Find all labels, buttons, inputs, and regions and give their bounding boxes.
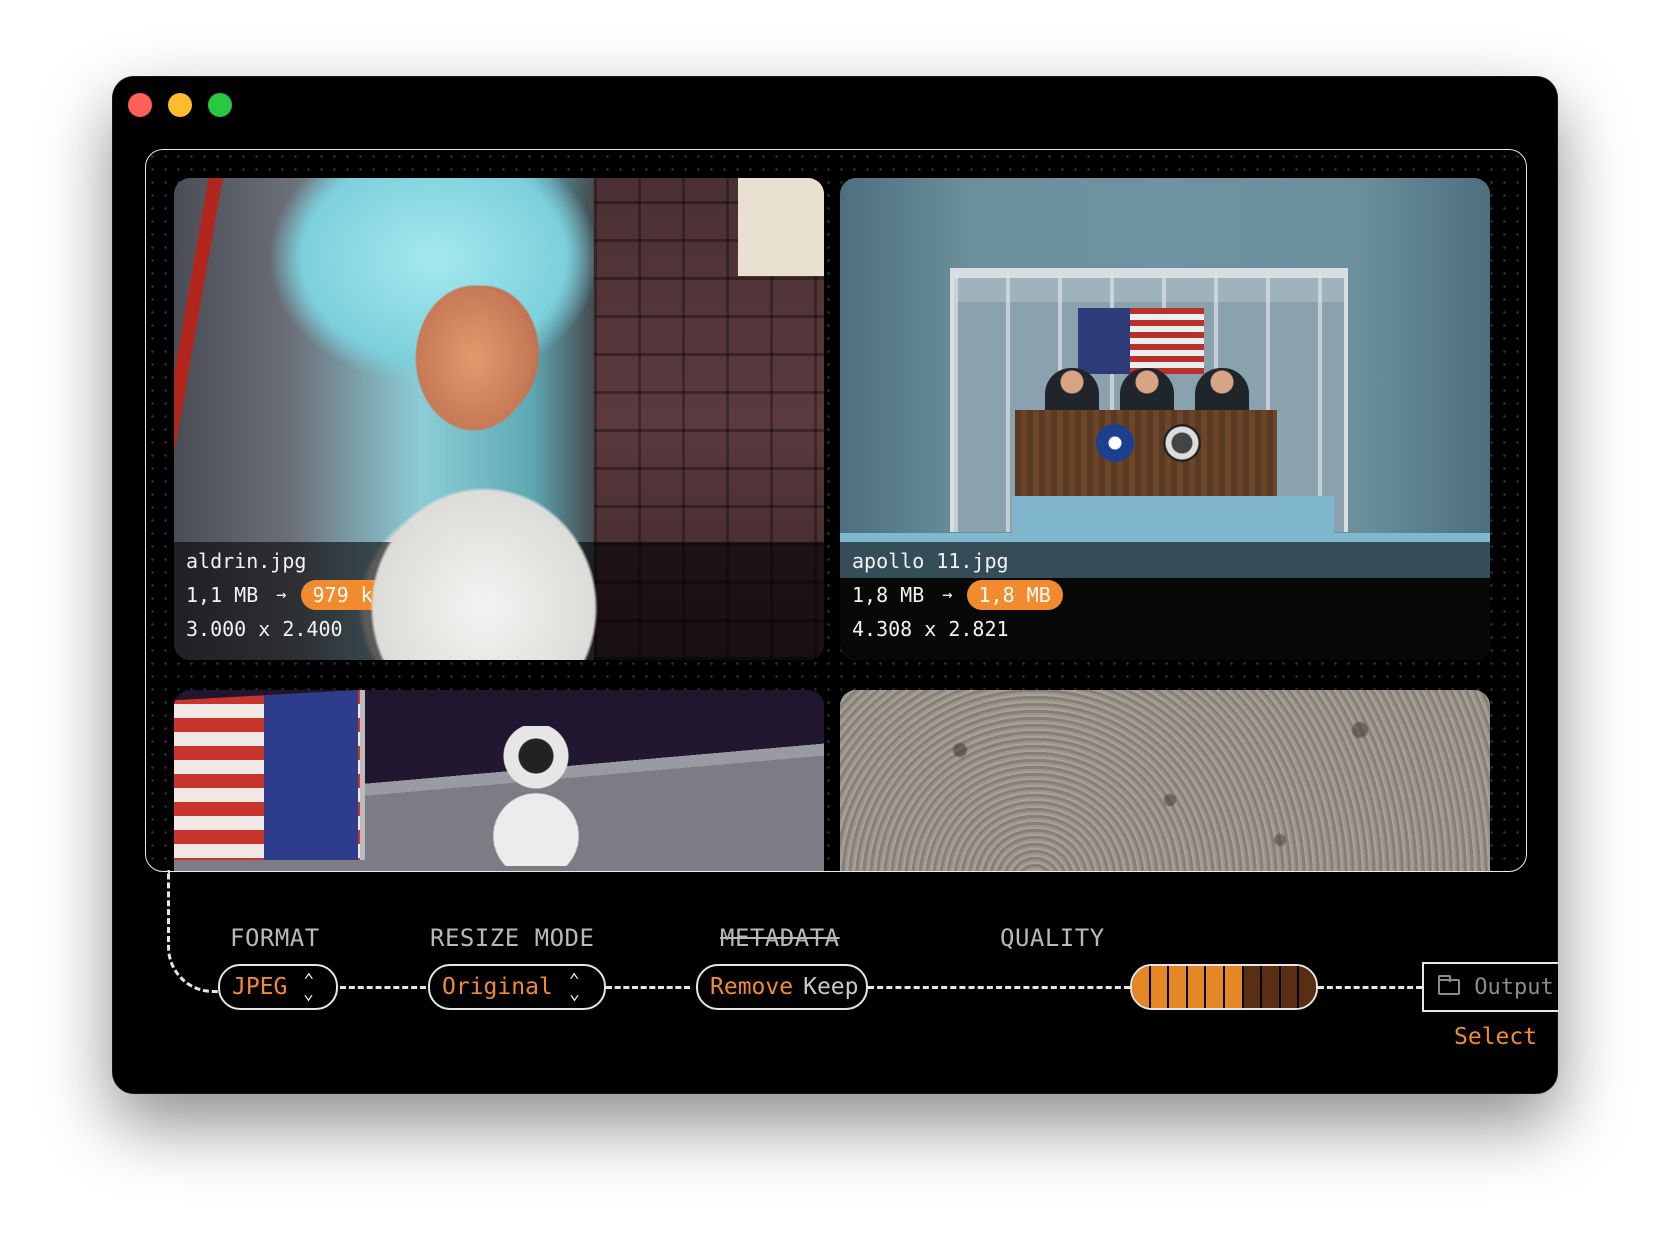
quality-segment[interactable] bbox=[1187, 966, 1207, 1008]
original-size: 1,8 MB bbox=[852, 583, 925, 607]
quality-segment[interactable] bbox=[1169, 966, 1188, 1008]
desk bbox=[1015, 410, 1277, 498]
output-folder-field[interactable]: Output bbox=[1422, 962, 1558, 1012]
flag bbox=[1078, 308, 1204, 374]
arrow-right-icon: → bbox=[942, 585, 953, 605]
metadata-toggle[interactable]: Remove Keep bbox=[696, 964, 868, 1010]
quality-slider[interactable] bbox=[1130, 964, 1318, 1010]
pipeline-connector bbox=[340, 986, 426, 989]
nasa-logo bbox=[1096, 424, 1134, 462]
format-label: FORMAT bbox=[230, 924, 320, 952]
image-card-apollo[interactable]: apollo 11.jpg 1,8 MB → 1,8 MB 4.308 x 2.… bbox=[840, 178, 1490, 660]
close-window-button[interactable] bbox=[128, 93, 152, 117]
image-info: apollo 11.jpg 1,8 MB → 1,8 MB 4.308 x 2.… bbox=[852, 544, 1063, 646]
image-card-moon-surface[interactable] bbox=[840, 690, 1490, 871]
quality-label: QUALITY bbox=[1000, 924, 1105, 952]
quality-segment[interactable] bbox=[1150, 966, 1170, 1008]
window-controls bbox=[128, 93, 232, 117]
select-output-button[interactable]: Select bbox=[1454, 1024, 1537, 1050]
cabin-panel bbox=[738, 178, 824, 276]
flag bbox=[174, 690, 362, 860]
image-thumbnail bbox=[174, 690, 824, 871]
format-select[interactable]: JPEG ⌃ ⌃ bbox=[218, 964, 338, 1010]
quality-segment[interactable] bbox=[1206, 966, 1225, 1008]
quality-segment[interactable] bbox=[1280, 966, 1300, 1008]
image-dimensions: 4.308 x 2.821 bbox=[852, 617, 1009, 641]
quality-segment[interactable] bbox=[1224, 966, 1244, 1008]
quality-segment[interactable] bbox=[1132, 966, 1151, 1008]
image-grid[interactable]: aldrin.jpg 1,1 MB → 979 kB 3.000 x 2.400 bbox=[145, 149, 1527, 872]
pipeline-connector bbox=[606, 986, 690, 989]
original-size: 1,1 MB bbox=[186, 583, 259, 607]
metadata-option-remove[interactable]: Remove bbox=[710, 974, 793, 1000]
image-dimensions: 3.000 x 2.400 bbox=[186, 617, 343, 641]
image-card-aldrin[interactable]: aldrin.jpg 1,1 MB → 979 kB 3.000 x 2.400 bbox=[174, 178, 824, 660]
flag-pole bbox=[360, 690, 365, 860]
chevron-updown-icon: ⌃ ⌃ bbox=[568, 970, 580, 1005]
astronaut-figure bbox=[456, 726, 616, 866]
resize-mode-value: Original bbox=[442, 974, 553, 1000]
resize-mode-label: RESIZE MODE bbox=[430, 924, 595, 952]
image-filename: aldrin.jpg bbox=[186, 549, 307, 573]
quality-segment[interactable] bbox=[1243, 966, 1263, 1008]
output-placeholder: Output bbox=[1474, 974, 1554, 1000]
format-value: JPEG bbox=[232, 974, 288, 1000]
pipeline-connector bbox=[1318, 986, 1422, 989]
quality-segment[interactable] bbox=[1262, 966, 1281, 1008]
image-card-moonwalk[interactable] bbox=[174, 690, 824, 871]
pipeline-connector bbox=[868, 986, 1130, 989]
metadata-option-keep[interactable]: Keep bbox=[803, 974, 858, 1000]
zoom-window-button[interactable] bbox=[208, 93, 232, 117]
mission-patch bbox=[1163, 424, 1201, 462]
resize-mode-select[interactable]: Original ⌃ ⌃ bbox=[428, 964, 606, 1010]
astronaut-figure bbox=[334, 238, 634, 660]
quality-segment[interactable] bbox=[1299, 966, 1316, 1008]
folder-icon bbox=[1438, 975, 1461, 995]
chevron-updown-icon: ⌃ ⌃ bbox=[303, 970, 315, 1005]
minimize-window-button[interactable] bbox=[168, 93, 192, 117]
desk-skirt bbox=[1012, 496, 1334, 536]
metadata-label: METADATA bbox=[720, 924, 840, 952]
image-filename: apollo 11.jpg bbox=[852, 549, 1009, 573]
arrow-right-icon: → bbox=[276, 585, 287, 605]
app-window: aldrin.jpg 1,1 MB → 979 kB 3.000 x 2.400 bbox=[112, 76, 1558, 1094]
new-size-badge: 1,8 MB bbox=[966, 580, 1063, 610]
image-thumbnail bbox=[840, 690, 1490, 871]
